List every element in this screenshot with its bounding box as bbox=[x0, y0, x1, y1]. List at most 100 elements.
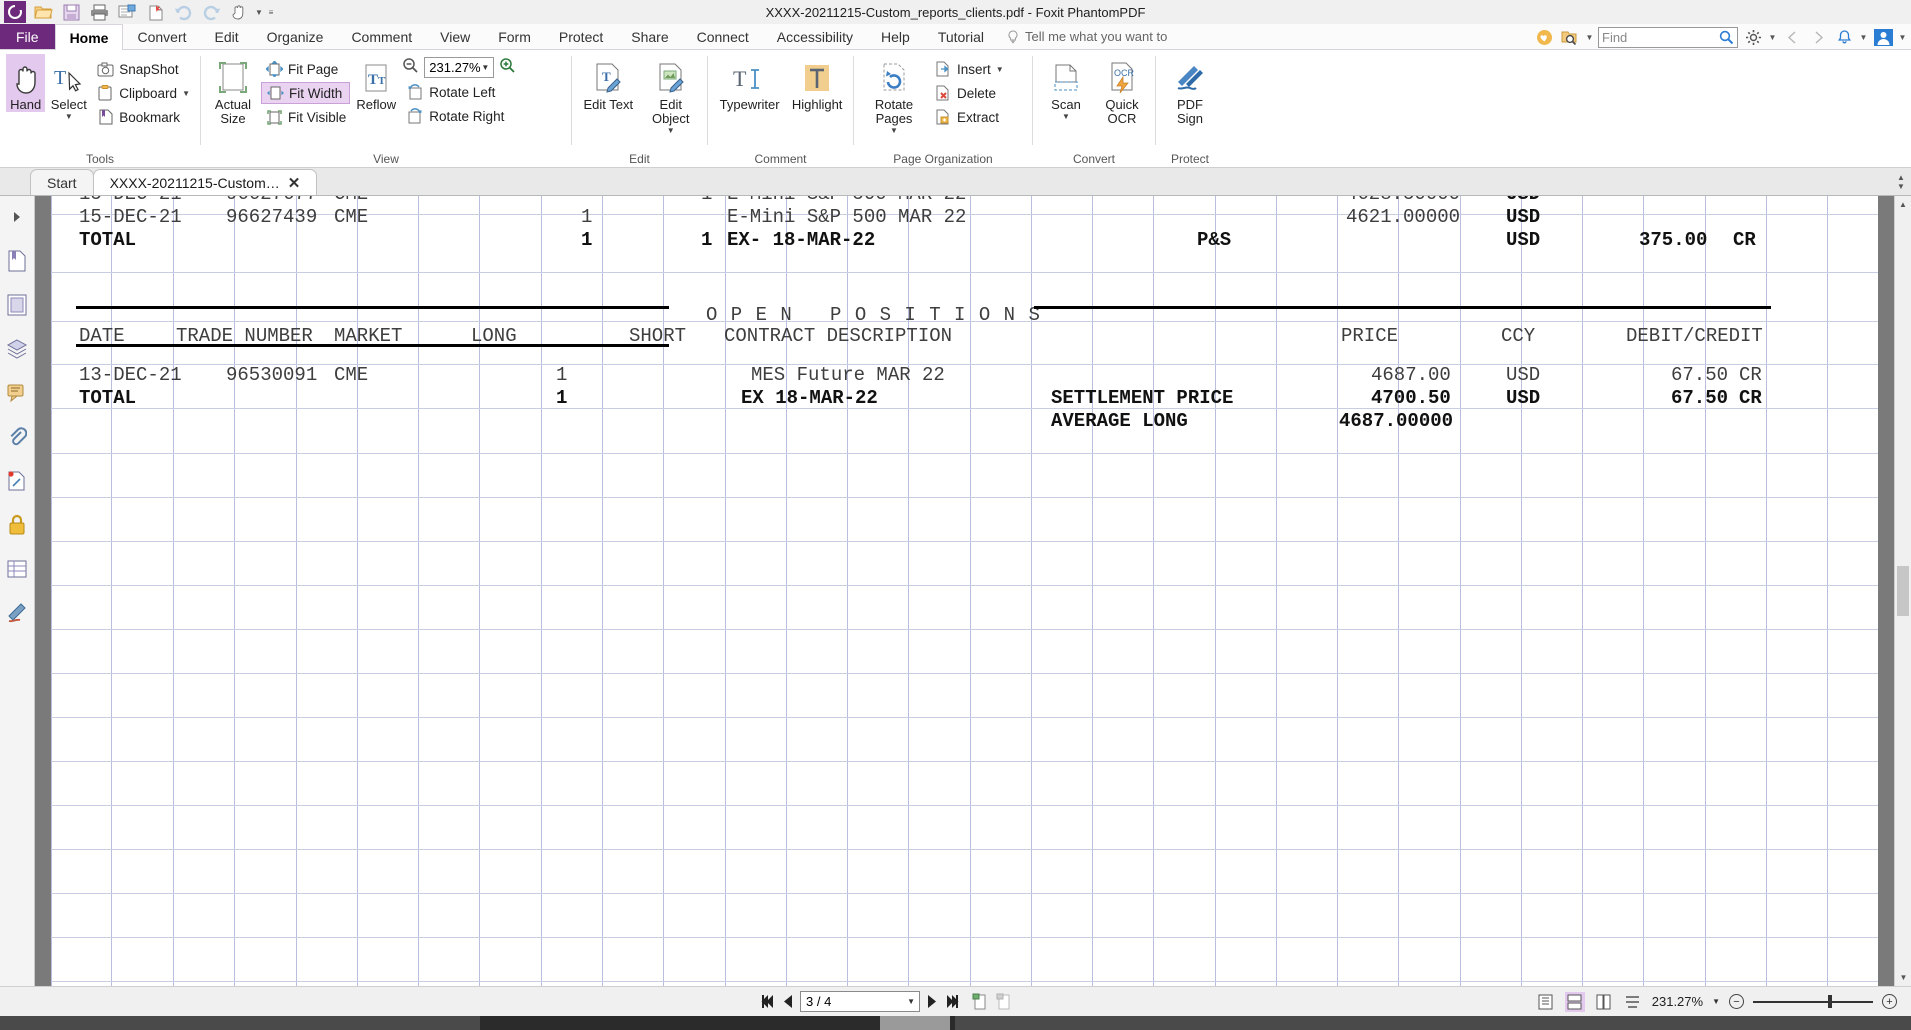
two-page-view-icon[interactable] bbox=[1594, 992, 1614, 1012]
single-page-view-icon[interactable] bbox=[1536, 992, 1556, 1012]
fit-visible-button[interactable]: Fit Visible bbox=[261, 106, 350, 128]
zoom-slider[interactable] bbox=[1753, 995, 1873, 1009]
zoom-dropdown-caret-icon[interactable]: ▼ bbox=[481, 63, 489, 72]
select-tool-button[interactable]: T Select ▼ bbox=[47, 54, 90, 121]
pdf-sign-button[interactable]: PDF Sign bbox=[1162, 54, 1218, 126]
ribbon-tab-help[interactable]: Help bbox=[867, 24, 924, 49]
pages-panel-icon[interactable] bbox=[2, 290, 32, 320]
save-button[interactable] bbox=[58, 1, 84, 23]
two-page-continuous-view-icon[interactable] bbox=[1623, 992, 1643, 1012]
pdf-viewer[interactable]: 15-DEC-21 96627677 CME 1 E-Mini S&P 500 … bbox=[35, 196, 1911, 986]
typewriter-button[interactable]: T Typewriter bbox=[714, 54, 785, 112]
taskbar-item-1[interactable] bbox=[0, 1016, 480, 1030]
chevron-down-icon[interactable]: ▼ bbox=[1897, 182, 1905, 191]
delete-pages-button[interactable]: Delete bbox=[930, 82, 1008, 104]
forward-arrow-icon[interactable] bbox=[1807, 26, 1829, 48]
account-icon[interactable] bbox=[1872, 26, 1894, 48]
zoom-in-icon[interactable] bbox=[499, 57, 516, 79]
tell-me-search[interactable]: Tell me what you want to bbox=[1006, 24, 1167, 49]
edit-object-button[interactable]: Edit Object ▼ bbox=[641, 54, 702, 135]
rotate-pages-button[interactable]: Rotate Pages ▼ bbox=[860, 54, 928, 135]
ribbon-tab-connect[interactable]: Connect bbox=[683, 24, 763, 49]
doc-tab-pdf[interactable]: XXXX-20211215-Custom… ✕ bbox=[92, 169, 318, 195]
layers-panel-icon[interactable] bbox=[2, 334, 32, 364]
doc-tab-scroll-buttons[interactable]: ▲ ▼ bbox=[1893, 168, 1909, 196]
clipboard-caret-icon[interactable]: ▼ bbox=[182, 89, 190, 98]
extract-pages-button[interactable]: Extract bbox=[930, 106, 1008, 128]
bell-icon[interactable] bbox=[1833, 26, 1855, 48]
reflow-button[interactable]: TT Reflow bbox=[352, 54, 400, 112]
signature-panel-icon[interactable] bbox=[2, 598, 32, 628]
scan-caret-icon[interactable]: ▼ bbox=[1062, 112, 1070, 121]
snapshot-button[interactable]: SnapShot bbox=[92, 58, 194, 80]
ribbon-tab-share[interactable]: Share bbox=[617, 24, 682, 49]
ribbon-tab-organize[interactable]: Organize bbox=[253, 24, 338, 49]
page-thumbnail-disabled-icon[interactable] bbox=[995, 993, 1012, 1010]
ribbon-tab-accessibility[interactable]: Accessibility bbox=[763, 24, 867, 49]
lock-panel-icon[interactable] bbox=[2, 510, 32, 540]
edit-object-caret-icon[interactable]: ▼ bbox=[667, 126, 675, 135]
viewer-scrollbar[interactable]: ▲ ▼ bbox=[1894, 196, 1911, 986]
rotate-pages-caret-icon[interactable]: ▼ bbox=[890, 126, 898, 135]
scrollbar-thumb[interactable] bbox=[1897, 566, 1909, 616]
ribbon-tab-tutorial[interactable]: Tutorial bbox=[924, 24, 998, 49]
first-page-icon[interactable] bbox=[760, 995, 775, 1008]
rotate-left-button[interactable]: Rotate Left bbox=[402, 81, 516, 103]
attachments-panel-icon[interactable] bbox=[2, 422, 32, 452]
zoom-slider-knob[interactable] bbox=[1828, 995, 1832, 1008]
folder-search-icon[interactable] bbox=[1559, 26, 1581, 48]
page-number-input[interactable]: 3 / 4 ▼ bbox=[800, 991, 920, 1012]
fit-page-button[interactable]: Fit Page bbox=[261, 58, 350, 80]
ribbon-tab-comment[interactable]: Comment bbox=[337, 24, 426, 49]
undo-button[interactable] bbox=[170, 1, 196, 23]
stamp-caret-icon[interactable]: ▼ bbox=[254, 8, 264, 17]
qat-customize-icon[interactable]: ≡ bbox=[266, 8, 276, 17]
bell-caret-icon[interactable]: ▼ bbox=[1859, 33, 1868, 42]
taskbar-item-3[interactable] bbox=[955, 1016, 1911, 1030]
print-button[interactable] bbox=[86, 1, 112, 23]
insert-pages-button[interactable]: Insert ▼ bbox=[930, 58, 1008, 80]
actual-size-button[interactable]: Actual Size bbox=[207, 54, 259, 126]
scan-button[interactable]: Scan ▼ bbox=[1039, 54, 1093, 121]
ribbon-tab-file[interactable]: File bbox=[0, 24, 55, 49]
scroll-up-icon[interactable]: ▲ bbox=[1895, 196, 1911, 213]
status-zoom-caret-icon[interactable]: ▼ bbox=[1712, 997, 1720, 1006]
zoom-in-button[interactable]: + bbox=[1882, 994, 1897, 1009]
bookmark-button[interactable]: Bookmark bbox=[92, 106, 194, 128]
next-page-icon[interactable] bbox=[927, 995, 938, 1008]
ribbon-tab-home[interactable]: Home bbox=[54, 24, 124, 50]
open-file-button[interactable] bbox=[30, 1, 56, 23]
security-panel-icon[interactable] bbox=[2, 466, 32, 496]
comments-panel-icon[interactable] bbox=[2, 378, 32, 408]
panel-expand-icon[interactable] bbox=[2, 202, 32, 232]
bookmarks-panel-icon[interactable] bbox=[2, 246, 32, 276]
ribbon-tab-convert[interactable]: Convert bbox=[123, 24, 200, 49]
fit-width-button[interactable]: Fit Width bbox=[261, 82, 351, 104]
scroll-down-icon[interactable]: ▼ bbox=[1895, 969, 1911, 986]
insert-caret-icon[interactable]: ▼ bbox=[996, 65, 1004, 74]
stamp-button[interactable] bbox=[226, 1, 252, 23]
taskbar-item-2[interactable] bbox=[880, 1016, 950, 1030]
page-dropdown-caret-icon[interactable]: ▼ bbox=[907, 997, 915, 1006]
ribbon-tab-protect[interactable]: Protect bbox=[545, 24, 617, 49]
ribbon-tab-edit[interactable]: Edit bbox=[201, 24, 253, 49]
zoom-level-input[interactable]: 231.27% ▼ bbox=[424, 57, 495, 78]
back-arrow-icon[interactable] bbox=[1781, 26, 1803, 48]
find-input[interactable]: Find bbox=[1598, 26, 1738, 48]
app-logo-button[interactable] bbox=[2, 1, 28, 23]
account-caret-icon[interactable]: ▼ bbox=[1898, 33, 1907, 42]
doc-tab-start[interactable]: Start bbox=[30, 169, 94, 195]
chevron-up-icon[interactable]: ▲ bbox=[1897, 173, 1905, 182]
select-caret-icon[interactable]: ▼ bbox=[65, 112, 73, 121]
rotate-right-button[interactable]: Rotate Right bbox=[402, 105, 516, 127]
zoom-out-button[interactable]: − bbox=[1729, 994, 1744, 1009]
gear-caret-icon[interactable]: ▼ bbox=[1768, 33, 1777, 42]
last-page-icon[interactable] bbox=[945, 995, 960, 1008]
edit-text-button[interactable]: T Edit Text bbox=[578, 54, 639, 112]
fields-panel-icon[interactable] bbox=[2, 554, 32, 584]
quick-ocr-button[interactable]: OCR Quick OCR bbox=[1095, 54, 1149, 126]
continuous-scroll-view-icon[interactable] bbox=[1564, 991, 1585, 1012]
clipboard-button[interactable]: Clipboard ▼ bbox=[92, 82, 194, 104]
zoom-out-icon[interactable] bbox=[402, 57, 419, 79]
pdf-page[interactable]: 15-DEC-21 96627677 CME 1 E-Mini S&P 500 … bbox=[51, 196, 1878, 986]
